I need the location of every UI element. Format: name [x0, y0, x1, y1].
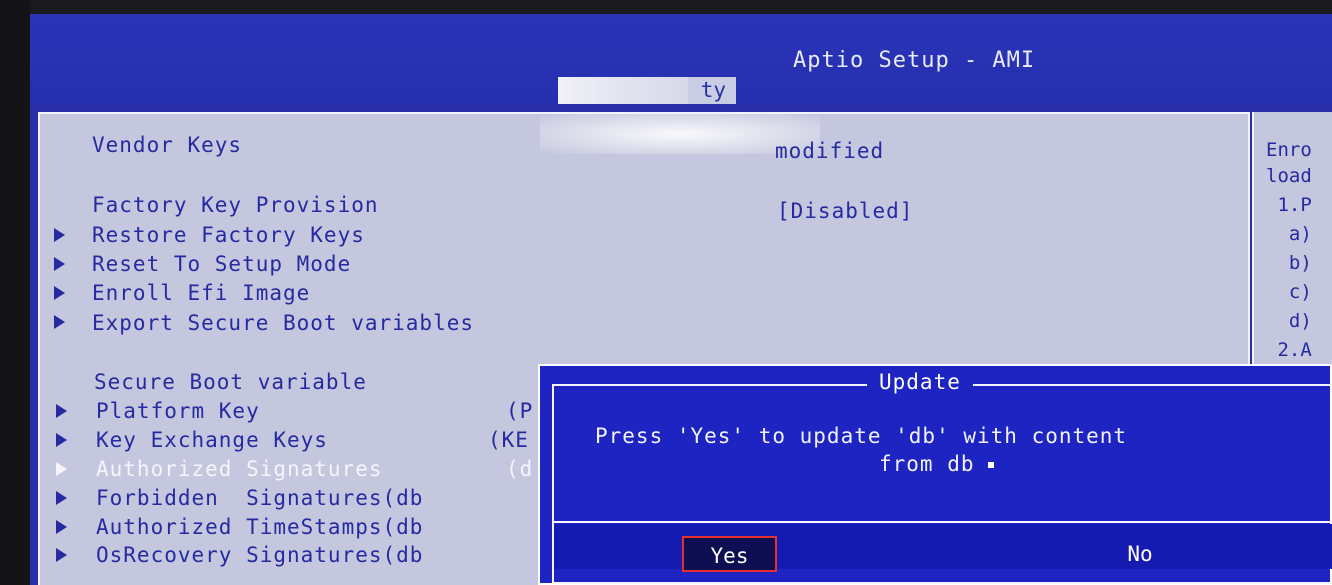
cursor-icon [988, 462, 995, 468]
help-line: c) [1266, 281, 1312, 303]
no-button[interactable]: No [1100, 536, 1180, 572]
secure-boot-variable-heading: Secure Boot variable [94, 370, 367, 394]
menu-restore-factory-keys[interactable]: Restore Factory Keys [92, 222, 365, 248]
monitor-bezel-top [0, 0, 1332, 14]
dialog-message: Press 'Yes' to update 'db' with content [595, 424, 1128, 448]
key-exchange-keys-value: (KE [488, 428, 529, 452]
submenu-arrow-icon [56, 491, 67, 505]
help-line: d) [1266, 310, 1312, 332]
submenu-arrow-icon [56, 548, 67, 562]
submenu-arrow-icon [54, 286, 65, 300]
update-dialog: Update Press 'Yes' to update 'db' with c… [538, 364, 1332, 585]
menu-reset-to-setup-mode[interactable]: Reset To Setup Mode [92, 251, 351, 277]
vendor-keys-label: Vendor Keys [92, 133, 243, 157]
help-line: load [1266, 165, 1312, 187]
help-line: a) [1266, 223, 1312, 245]
dialog-button-bar [554, 524, 1332, 569]
dialog-message-text: from db [879, 452, 975, 476]
dialog-title: Update [867, 370, 973, 394]
menu-export-secure-boot-variables[interactable]: Export Secure Boot variables [92, 310, 474, 336]
submenu-arrow-icon [56, 520, 67, 534]
menu-osrecovery-signatures[interactable]: OsRecovery Signatures(db [96, 542, 423, 568]
tab-security[interactable]: ty [558, 77, 736, 104]
bios-screen: Aptio Setup - AMI ty Vendor Keys modifie… [30, 14, 1332, 585]
dialog-separator [552, 521, 1332, 523]
help-line: b) [1266, 252, 1312, 274]
menu-key-exchange-keys[interactable]: Key Exchange Keys [96, 427, 328, 453]
submenu-arrow-icon [56, 462, 67, 476]
platform-key-value: (P [506, 399, 534, 423]
help-line: Enro [1266, 139, 1312, 161]
monitor-bezel-left [0, 0, 30, 585]
menu-forbidden-signatures[interactable]: Forbidden Signatures(db [96, 485, 423, 511]
header-bar: Aptio Setup - AMI ty [30, 14, 1332, 104]
tab-label: ty [700, 78, 726, 102]
submenu-arrow-icon [56, 433, 67, 447]
dialog-message-line2: from db [879, 452, 995, 476]
vendor-keys-value: modified [775, 139, 885, 163]
yes-button[interactable]: Yes [682, 536, 777, 572]
authorized-signatures-value: (d [506, 457, 534, 481]
menu-authorized-signatures[interactable]: Authorized Signatures [96, 456, 383, 482]
menu-authorized-timestamps[interactable]: Authorized TimeStamps(db [96, 514, 423, 540]
submenu-arrow-icon [56, 404, 67, 418]
factory-key-provision-value[interactable]: [Disabled] [777, 198, 913, 224]
factory-key-provision-label[interactable]: Factory Key Provision [92, 192, 379, 218]
menu-platform-key[interactable]: Platform Key [96, 398, 260, 424]
submenu-arrow-icon [54, 257, 65, 271]
menu-enroll-efi-image[interactable]: Enroll Efi Image [92, 280, 310, 306]
help-line: 2.A [1266, 339, 1312, 361]
submenu-arrow-icon [54, 228, 65, 242]
help-line: 1.P [1266, 194, 1312, 216]
app-title: Aptio Setup - AMI [793, 48, 1036, 73]
tab-glare [558, 77, 688, 104]
submenu-arrow-icon [54, 315, 65, 329]
